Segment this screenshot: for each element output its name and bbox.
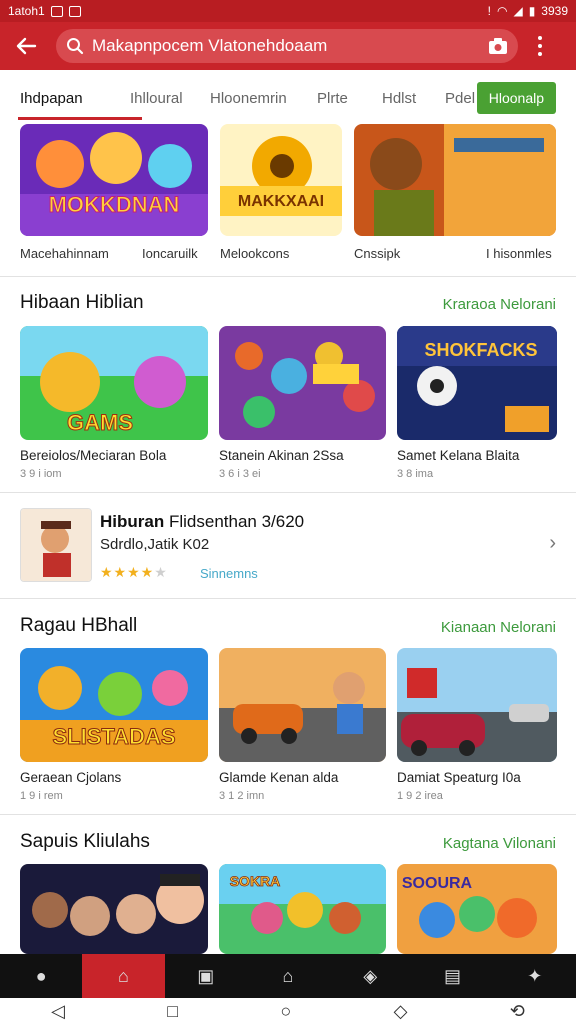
back-arrow-icon bbox=[16, 37, 37, 55]
top-tile-1[interactable]: MAKKXAAI bbox=[220, 124, 342, 236]
nav-library-icon[interactable]: ▤ bbox=[411, 954, 493, 998]
featured-title: Hiburan Flidsenthan 3/620 bbox=[100, 512, 305, 531]
tab-1[interactable]: Ihlloural bbox=[130, 76, 210, 120]
section-title-3: Sapuis Kliulahs bbox=[20, 831, 150, 852]
rating-stars: ★★★★★ bbox=[100, 564, 168, 580]
signal-icon: ◢ bbox=[513, 4, 523, 18]
battery-icon: ▮ bbox=[528, 4, 536, 18]
system-home-icon[interactable]: ○ bbox=[280, 1001, 291, 1022]
top-label-4: I hisonmles bbox=[486, 246, 552, 261]
nav-logo-icon[interactable]: ● bbox=[0, 954, 82, 998]
card-sub: 3 6 i 3 ei bbox=[219, 468, 261, 480]
card-art-text: SOOURA bbox=[402, 875, 473, 892]
game-card[interactable] bbox=[20, 864, 208, 954]
card-title: Geraean Cjolans bbox=[20, 770, 122, 785]
game-card[interactable]: Stanein Akinan 2Ssa 3 6 i 3 ei bbox=[219, 326, 407, 480]
wifi-icon: ◠ bbox=[496, 4, 508, 18]
system-assist-icon[interactable]: ◇ bbox=[394, 1001, 408, 1022]
divider bbox=[0, 276, 576, 277]
status-bar: 1atoh1 ! ◠ ◢ ▮ 3939 bbox=[0, 0, 576, 22]
section-title-1: Hibaan Hiblian bbox=[20, 292, 144, 313]
game-card[interactable]: GAMS Bereiolos/Meciaran Bola 3 9 i iom bbox=[20, 326, 208, 480]
chevron-right-icon[interactable]: › bbox=[549, 532, 556, 555]
game-card[interactable]: SOOURA bbox=[397, 864, 576, 954]
system-recents-icon[interactable]: □ bbox=[167, 1001, 178, 1022]
clock-text: 3939 bbox=[541, 4, 568, 18]
camera-icon[interactable] bbox=[488, 37, 508, 55]
card-sub: 1 9 2 irea bbox=[397, 790, 443, 802]
card-title: Bereiolos/Meciaran Bola bbox=[20, 448, 167, 463]
bottom-nav: ● ⌂ ▣ ⌂ ◈ ▤ ✦ bbox=[0, 954, 576, 998]
game-card[interactable]: SOKRA bbox=[219, 864, 407, 954]
section-link-1[interactable]: Kraraoa Nelorani bbox=[443, 296, 556, 313]
featured-subtitle: Sdrdlo,Jatik K02 bbox=[100, 536, 210, 553]
nav-box-icon[interactable]: ◈ bbox=[329, 954, 411, 998]
game-card[interactable]: Glamde Kenan alda 3 1 2 imn bbox=[219, 648, 407, 802]
search-bar[interactable]: Makapnpocem Vlatonehdoaam bbox=[56, 29, 518, 63]
game-card[interactable]: SHOKFACKS Samet Kelana Blaita 3 8 ima bbox=[397, 326, 576, 480]
card-art-text: SOKRA bbox=[230, 873, 281, 889]
top-row: MOKKDNAN MAKKXAAI Macehahinnam Ioncaruil… bbox=[0, 124, 576, 276]
alert-icon: ! bbox=[487, 4, 491, 18]
featured-link[interactable]: Sinnemns bbox=[200, 566, 258, 581]
card-art-text: SLISTADAS bbox=[52, 724, 175, 749]
search-icon bbox=[67, 38, 84, 55]
section-link-3[interactable]: Kagtana Vilonani bbox=[443, 835, 556, 852]
game-card[interactable]: SLISTADAS Geraean Cjolans 1 9 i rem bbox=[20, 648, 208, 802]
section-title-2: Ragau HBhall bbox=[20, 615, 138, 636]
card-art-text: GAMS bbox=[67, 410, 133, 435]
tab-2[interactable]: Hloonemrin bbox=[210, 76, 317, 120]
tab-4[interactable]: Hdlst bbox=[382, 76, 445, 120]
tab-action-button[interactable]: Hloonalp bbox=[476, 82, 556, 114]
category-tabs: Ihdpapan Ihlloural Hloonemrin Plrte Hdls… bbox=[0, 76, 576, 120]
card-sub: 3 9 i iom bbox=[20, 468, 62, 480]
top-tile-2[interactable] bbox=[354, 124, 556, 236]
card-sub: 1 9 i rem bbox=[20, 790, 63, 802]
card-title: Stanein Akinan 2Ssa bbox=[219, 448, 344, 463]
top-tile-0[interactable]: MOKKDNAN bbox=[20, 124, 208, 236]
card-title: Glamde Kenan alda bbox=[219, 770, 339, 785]
system-nav: ◁ □ ○ ◇ ⟲ bbox=[0, 998, 576, 1024]
game-card[interactable]: Damiat Speaturg I0a 1 9 2 irea bbox=[397, 648, 576, 802]
card-title: Samet Kelana Blaita bbox=[397, 448, 520, 463]
card-title: Damiat Speaturg I0a bbox=[397, 770, 521, 785]
top-label-2: Melookcons bbox=[220, 246, 290, 261]
notification-icon bbox=[50, 5, 63, 17]
tab-0[interactable]: Ihdpapan bbox=[18, 76, 142, 120]
nav-profile-icon[interactable]: ✦ bbox=[494, 954, 576, 998]
divider bbox=[0, 598, 576, 599]
app-bar: Makapnpocem Vlatonehdoaam bbox=[0, 22, 576, 70]
section-link-2[interactable]: Kianaan Nelorani bbox=[441, 619, 556, 636]
system-rotate-icon[interactable]: ⟲ bbox=[510, 1001, 525, 1022]
card-art-text: SHOKFACKS bbox=[424, 340, 537, 360]
top-label-1: Ioncaruilk bbox=[142, 246, 198, 261]
divider bbox=[0, 814, 576, 815]
nav-apps-icon[interactable]: ▣ bbox=[165, 954, 247, 998]
top-label-0: Macehahinnam bbox=[20, 246, 109, 261]
featured-app-row[interactable]: Hiburan Flidsenthan 3/620 Sdrdlo,Jatik K… bbox=[0, 496, 576, 594]
card-sub: 3 8 ima bbox=[397, 468, 434, 480]
top-tile-0-text: MOKKDNAN bbox=[49, 192, 180, 217]
back-button[interactable] bbox=[10, 30, 42, 62]
status-time: 1atoh1 bbox=[8, 4, 45, 18]
tab-3[interactable]: Plrte bbox=[317, 76, 382, 120]
app-notification-icon bbox=[68, 5, 81, 17]
divider bbox=[0, 492, 576, 493]
top-label-3: Cnssipk bbox=[354, 246, 401, 261]
nav-store-icon[interactable]: ⌂ bbox=[247, 954, 329, 998]
nav-home-icon[interactable]: ⌂ bbox=[82, 954, 165, 998]
top-tile-1-text: MAKKXAAI bbox=[238, 193, 324, 210]
card-sub: 3 1 2 imn bbox=[219, 790, 265, 802]
system-back-icon[interactable]: ◁ bbox=[51, 1001, 65, 1022]
more-options-icon[interactable] bbox=[526, 30, 554, 62]
featured-app-icon bbox=[20, 508, 92, 582]
search-query: Makapnpocem Vlatonehdoaam bbox=[92, 36, 328, 55]
